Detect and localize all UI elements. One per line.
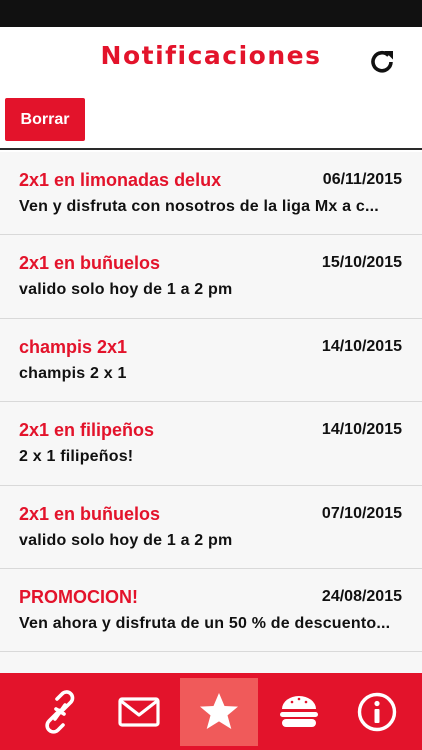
notification-title: 2x1 en buñuelos	[19, 253, 161, 274]
tab-menu[interactable]	[260, 678, 338, 746]
status-bar	[0, 0, 422, 27]
notification-item[interactable]: 2x1 en buñuelos 15/10/2015 valido solo h…	[0, 235, 422, 319]
notification-title: 2x1 en limonadas delux	[19, 170, 222, 190]
notification-item[interactable]: champis 2x1 14/10/2015 champis 2 x 1	[0, 318, 422, 403]
tab-bar	[0, 673, 422, 750]
notification-body: valido solo hoy de 1 a 2 pm	[19, 281, 233, 299]
tab-info[interactable]	[338, 678, 416, 746]
burger-icon	[280, 696, 318, 727]
refresh-icon	[371, 50, 393, 73]
notification-title: champis 2x1	[19, 336, 128, 357]
tab-favorites[interactable]	[180, 678, 258, 746]
info-icon	[357, 692, 397, 732]
star-icon	[200, 693, 238, 729]
notification-list: 2x1 en limonadas delux 06/11/2015 Ven y …	[0, 152, 422, 673]
page-title: Notificaciones	[100, 41, 322, 70]
tab-messages[interactable]	[100, 678, 178, 746]
tab-links[interactable]	[21, 678, 99, 746]
notification-date: 06/11/2015	[322, 171, 402, 188]
notification-item[interactable]: PROMOCION! 24/08/2015 Ven ahora y disfru…	[0, 568, 422, 653]
clear-button[interactable]: Borrar	[5, 98, 85, 141]
notification-item[interactable]: 2x1 en filipeños 14/10/2015 2 x 1 filipe…	[0, 402, 422, 486]
notification-body: Ven y disfruta con nosotros de la liga M…	[19, 198, 379, 215]
notification-item[interactable]: 2x1 en limonadas delux 06/11/2015 Ven y …	[0, 152, 422, 236]
notification-title: 2x1 en buñuelos	[19, 503, 161, 524]
notification-date: 15/10/2015	[321, 254, 402, 272]
notification-date: 24/08/2015	[321, 587, 402, 605]
notification-date: 14/10/2015	[321, 421, 402, 439]
notification-item[interactable]: 2x1 en buñuelos 07/10/2015 valido solo h…	[0, 485, 422, 569]
notification-date: 07/10/2015	[321, 504, 402, 522]
mail-icon	[118, 697, 160, 727]
toolbar: Borrar	[0, 90, 422, 150]
notification-title: PROMOCION!	[19, 586, 138, 607]
notification-body: 2 x 1 filipeños!	[19, 448, 134, 466]
notification-date: 14/10/2015	[321, 337, 402, 355]
notification-title: 2x1 en filipeños	[19, 420, 155, 441]
notification-body: valido solo hoy de 1 a 2 pm	[19, 531, 233, 549]
link-icon	[45, 690, 75, 734]
refresh-button[interactable]	[366, 45, 398, 77]
header: Notificaciones	[0, 27, 422, 90]
notification-body: champis 2 x 1	[19, 364, 127, 382]
notification-body: Ven ahora y disfruta de un 50 % de descu…	[19, 614, 391, 632]
